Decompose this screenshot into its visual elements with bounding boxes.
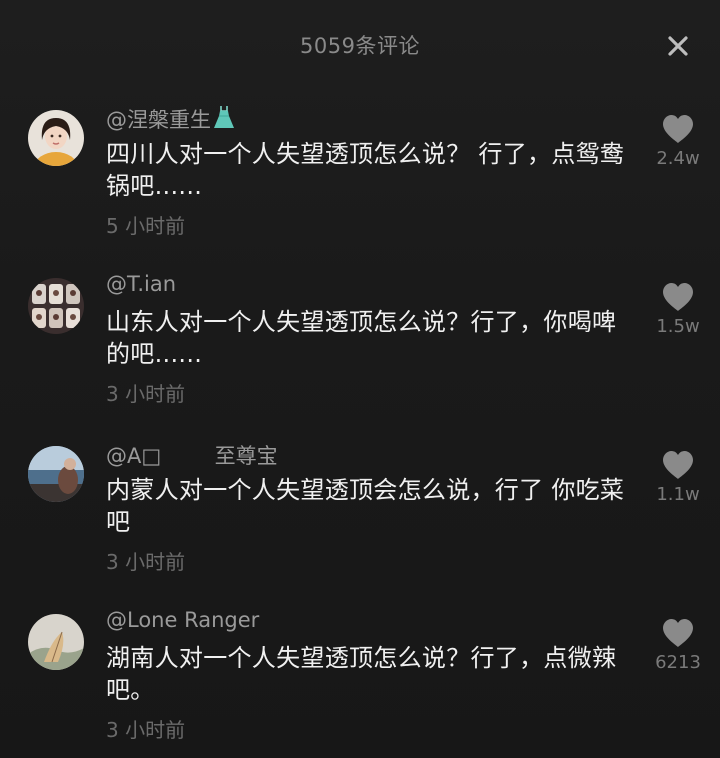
comment-text: 内蒙人对一个人失望透顶会怎么说，行了 你吃菜吧 <box>106 476 625 536</box>
comment-username[interactable]: @T.ian <box>106 272 176 296</box>
comment-time: 3 小时前 <box>106 550 186 574</box>
comment-username[interactable]: @涅槃重生 <box>106 104 235 135</box>
comment-text: 山东人对一个人失望透顶怎么说？行了，你喝啤的吧...... <box>106 308 617 368</box>
like-button[interactable]: 1.1w <box>648 450 708 505</box>
like-button[interactable]: 6213 <box>648 618 708 673</box>
dress-icon <box>213 104 235 135</box>
comment-username[interactable]: @A□ 至尊宝 <box>106 440 278 470</box>
comment-item: @A□ 至尊宝 内蒙人对一个人失望透顶会怎么说，行了 你吃菜吧 3 小时前 1.… <box>0 436 720 604</box>
like-button[interactable]: 2.4w <box>648 114 708 169</box>
like-count: 6213 <box>655 652 701 673</box>
like-count: 2.4w <box>656 148 700 169</box>
comment-item: @涅槃重生 四川人对一个人失望透顶怎么说？ 行了，点鸳鸯锅吧...... 5 小… <box>0 100 720 268</box>
avatar[interactable] <box>28 446 84 502</box>
heart-icon[interactable] <box>661 450 695 480</box>
comment-count-title: 5059条评论 <box>300 34 420 58</box>
like-count: 1.5w <box>656 316 700 337</box>
comment-text: 湖南人对一个人失望透顶怎么说？行了，点微辣吧。 <box>106 644 617 704</box>
comments-sheet: 5059条评论 @涅槃重生 四川人对一个人失望透顶怎么说？ 行了，点鸳鸯锅吧..… <box>0 0 720 758</box>
comments-header: 5059条评论 <box>0 0 720 90</box>
comment-time: 3 小时前 <box>106 718 186 742</box>
heart-icon[interactable] <box>661 114 695 144</box>
avatar[interactable] <box>28 110 84 166</box>
comment-item: @Lone Ranger 湖南人对一个人失望透顶怎么说？行了，点微辣吧。 3 小… <box>0 604 720 758</box>
comment-text: 四川人对一个人失望透顶怎么说？ 行了，点鸳鸯锅吧...... <box>106 140 625 200</box>
like-button[interactable]: 1.5w <box>648 282 708 337</box>
heart-icon[interactable] <box>661 282 695 312</box>
username-text[interactable]: @涅槃重生 <box>106 108 211 132</box>
comment-item: @T.ian 山东人对一个人失望透顶怎么说？行了，你喝啤的吧...... 3 小… <box>0 268 720 436</box>
avatar[interactable] <box>28 278 84 334</box>
avatar[interactable] <box>28 614 84 670</box>
close-icon[interactable] <box>660 28 696 64</box>
heart-icon[interactable] <box>661 618 695 648</box>
comment-username[interactable]: @Lone Ranger <box>106 608 259 632</box>
comment-time: 3 小时前 <box>106 382 186 406</box>
like-count: 1.1w <box>656 484 700 505</box>
comment-time: 5 小时前 <box>106 214 186 238</box>
